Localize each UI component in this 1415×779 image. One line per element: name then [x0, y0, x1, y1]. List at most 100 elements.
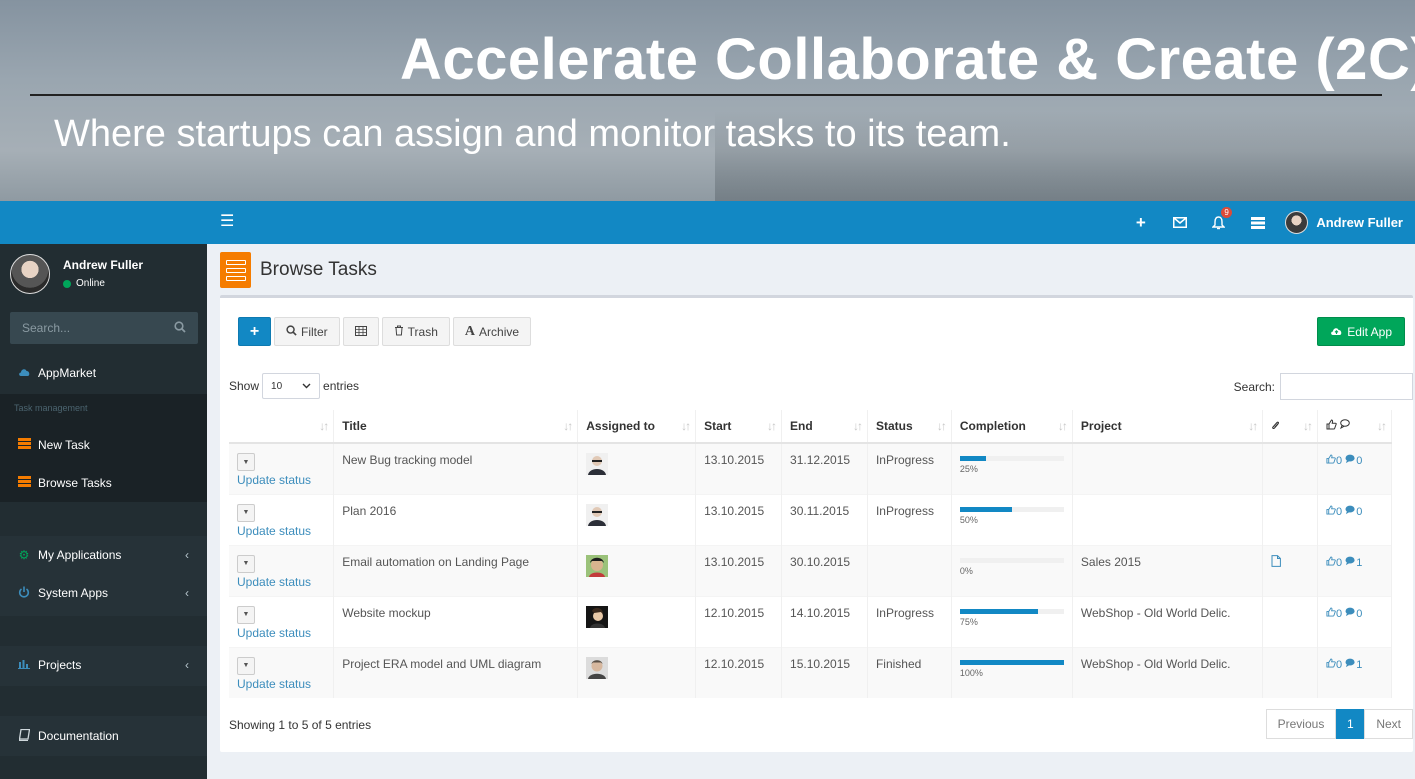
task-title[interactable]: Project ERA model and UML diagram [333, 646, 579, 698]
update-status-link[interactable]: Update status [237, 677, 325, 691]
sort-icon: ↓↑ [936, 419, 947, 433]
completion-cell: 100% [951, 646, 1073, 698]
completion-label: 50% [959, 514, 978, 525]
table-row[interactable]: ▼ Update status Website mockup 12.10.2015 14… [229, 595, 1392, 647]
thumbs-up-icon[interactable] [1326, 606, 1336, 620]
table-row[interactable]: ▼ Update status New Bug tracking model 13.1… [229, 442, 1392, 494]
start-date: 13.10.2015 [695, 493, 783, 545]
envelope-icon[interactable] [1160, 201, 1199, 244]
table-info: Showing 1 to 5 of 5 entries [229, 718, 372, 732]
sidebar-search-input[interactable] [22, 321, 152, 335]
filter-button[interactable]: Filter [274, 317, 340, 346]
column-header-start[interactable]: Start ↓↑ [695, 410, 783, 444]
task-title[interactable]: Plan 2016 [333, 493, 579, 545]
tasks-icon[interactable] [1238, 201, 1277, 244]
page-title: Browse Tasks [260, 259, 377, 280]
like-count: 0 [1336, 658, 1343, 671]
update-status-link[interactable]: Update status [237, 575, 325, 589]
column-header-attachments[interactable]: ↓↑ [1262, 410, 1319, 444]
search-icon[interactable] [174, 320, 186, 336]
page-1-button[interactable]: 1 [1336, 709, 1365, 739]
sidebar-item-browse-tasks[interactable]: Browse Tasks [0, 466, 207, 500]
hamburger-icon[interactable]: ☰ [220, 214, 234, 230]
sort-icon: ↓↑ [767, 419, 777, 433]
column-header-assigned[interactable]: Assigned to ↓↑ [577, 410, 697, 444]
tasks-icon [17, 476, 31, 490]
project-name[interactable] [1072, 493, 1264, 545]
column-header-status[interactable]: Status ↓↑ [867, 410, 952, 444]
user-panel: Andrew Fuller Online [10, 254, 200, 298]
project-name[interactable]: WebShop - Old World Delic. [1072, 595, 1264, 647]
comments-icon[interactable] [1345, 505, 1356, 518]
table-row[interactable]: ▼ Update status Plan 2016 13.10.2015 30.11.2… [229, 493, 1392, 545]
row-dropdown-button[interactable]: ▼ [237, 453, 255, 471]
end-date: 15.10.2015 [781, 646, 868, 698]
trash-button[interactable]: Trash [381, 317, 450, 346]
column-header-social[interactable]: ↓↑ [1317, 410, 1392, 444]
column-header-actions[interactable]: ↓↑ [229, 410, 335, 444]
table-search-input[interactable] [1280, 373, 1413, 400]
file-icon[interactable] [1271, 554, 1282, 570]
sidebar-item-documentation[interactable]: Documentation [0, 719, 207, 753]
comments-icon[interactable] [1345, 556, 1356, 569]
row-dropdown-button[interactable]: ▼ [237, 605, 255, 624]
comments-icon[interactable] [1345, 607, 1356, 620]
top-navbar: ☰ + 9 Andrew Fuller [0, 201, 1415, 244]
project-name[interactable] [1072, 442, 1264, 494]
pagination: Previous 1 Next [1265, 709, 1413, 739]
thumbs-up-icon[interactable] [1326, 657, 1336, 671]
table-row[interactable]: ▼ Update status Project ERA model and UML … [229, 646, 1392, 698]
table-row[interactable]: ▼ Update status Email automation on Landin… [229, 544, 1392, 596]
comment-count: 0 [1356, 455, 1363, 467]
update-status-link[interactable]: Update status [237, 524, 325, 538]
update-status-link[interactable]: Update status [237, 473, 325, 487]
thumbs-up-icon[interactable] [1326, 504, 1336, 518]
column-header-completion[interactable]: Completion ↓↑ [951, 410, 1073, 444]
task-title[interactable]: New Bug tracking model [333, 442, 579, 494]
attachment-cell [1262, 646, 1319, 698]
comments-icon[interactable] [1345, 658, 1356, 671]
sidebar-item-appmarket[interactable]: AppMarket [0, 356, 207, 390]
completion-cell: 75% [951, 595, 1073, 647]
notification-badge: 9 [1221, 207, 1232, 218]
sidebar-item-projects[interactable]: Projects ‹ [0, 648, 207, 682]
archive-button[interactable]: A Archive [452, 317, 532, 346]
thumbs-up-icon[interactable] [1326, 555, 1336, 569]
page-header: Browse Tasks [220, 252, 377, 288]
completion-cell: 50% [951, 493, 1073, 545]
sidebar-item-system-apps[interactable]: System Apps ‹ [0, 576, 207, 610]
edit-app-button[interactable]: Edit App [1317, 317, 1405, 346]
row-dropdown-button[interactable]: ▼ [237, 656, 255, 675]
row-actions-cell: ▼ Update status [229, 544, 335, 596]
length-control: Show 10 entries [229, 373, 359, 399]
column-header-project[interactable]: Project ↓↑ [1072, 410, 1264, 444]
thumbs-up-icon[interactable] [1326, 454, 1336, 467]
avatar[interactable] [586, 503, 609, 529]
column-header-title[interactable]: Title ↓↑ [333, 410, 579, 444]
table-view-button[interactable] [342, 317, 379, 346]
length-select[interactable]: 10 [262, 373, 321, 399]
tasks-table: ↓↑ Title ↓↑ Assigned to ↓↑ Start ↓↑ End ↓↑ S… [229, 410, 1392, 698]
sidebar-item-my-applications[interactable]: ⚙ My Applications ‹ [0, 538, 207, 572]
previous-page-button[interactable]: Previous [1265, 709, 1337, 739]
avatar[interactable] [586, 453, 609, 478]
column-header-end[interactable]: End ↓↑ [781, 410, 868, 444]
table-header-row: ↓↑ Title ↓↑ Assigned to ↓↑ Start ↓↑ End ↓↑ S… [229, 410, 1392, 444]
add-task-button[interactable]: + [238, 317, 271, 346]
comments-icon[interactable] [1345, 454, 1356, 467]
plus-icon[interactable]: + [1121, 201, 1160, 244]
row-dropdown-button[interactable]: ▼ [237, 503, 255, 522]
avatar[interactable] [586, 605, 609, 631]
project-name[interactable]: Sales 2015 [1072, 544, 1264, 596]
task-title[interactable]: Website mockup [333, 595, 579, 647]
project-name[interactable]: WebShop - Old World Delic. [1072, 646, 1264, 698]
sidebar-item-new-task[interactable]: New Task [0, 428, 207, 462]
task-title[interactable]: Email automation on Landing Page [333, 544, 579, 596]
top-user-menu[interactable]: Andrew Fuller [1285, 211, 1403, 234]
next-page-button[interactable]: Next [1364, 709, 1413, 739]
row-dropdown-button[interactable]: ▼ [237, 554, 255, 573]
avatar[interactable] [586, 554, 609, 580]
avatar[interactable] [586, 656, 609, 682]
update-status-link[interactable]: Update status [237, 626, 325, 640]
bell-icon[interactable]: 9 [1199, 201, 1238, 244]
